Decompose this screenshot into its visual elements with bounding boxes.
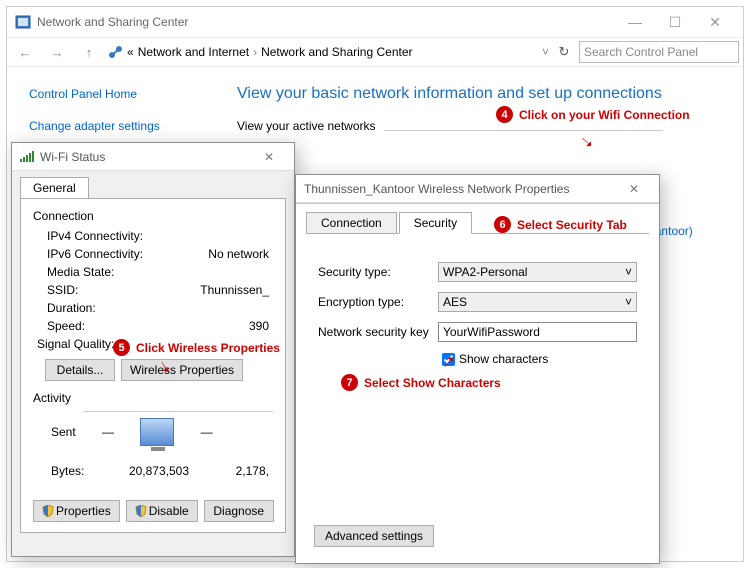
page-heading: View your basic network information and … bbox=[237, 85, 723, 103]
encryption-type-label: Encryption type: bbox=[318, 295, 438, 309]
annot-4: 4Click on your Wifi Connection bbox=[496, 106, 690, 123]
ipv6-label: IPv6 Connectivity: bbox=[47, 247, 157, 261]
status-close-button[interactable]: ✕ bbox=[252, 150, 286, 164]
tab-connection[interactable]: Connection bbox=[306, 212, 397, 234]
breadcrumb[interactable]: « Network and Internet › Network and Sha… bbox=[127, 45, 538, 59]
show-characters-label: Show characters bbox=[459, 352, 548, 366]
media-label: Media State: bbox=[47, 265, 157, 279]
close-button[interactable]: ✕ bbox=[695, 10, 735, 34]
props-titlebar: Thunnissen_Kantoor Wireless Network Prop… bbox=[296, 175, 659, 203]
security-type-label: Security type: bbox=[318, 265, 438, 279]
security-panel: Security type: WPA2-Personal˅ Encryption… bbox=[306, 233, 649, 384]
computer-icon bbox=[140, 418, 174, 446]
status-tabs: General bbox=[12, 171, 294, 198]
media-value bbox=[157, 265, 273, 279]
status-title: Wi-Fi Status bbox=[40, 150, 105, 164]
ssid-label: SSID: bbox=[47, 283, 157, 297]
duration-label: Duration: bbox=[47, 301, 157, 315]
bytes-recv: 2,178, bbox=[219, 464, 269, 478]
ipv6-value: No network bbox=[157, 247, 273, 261]
disable-button[interactable]: Disable bbox=[126, 500, 198, 522]
bc-level2[interactable]: Network and Sharing Center bbox=[261, 45, 412, 59]
ssid-value: Thunnissen_ bbox=[157, 283, 273, 297]
sent-label: Sent bbox=[51, 425, 76, 439]
sidebar-home-link[interactable]: Control Panel Home bbox=[29, 87, 207, 101]
ipv4-value bbox=[157, 229, 273, 243]
chevron-down-icon: ˅ bbox=[625, 265, 632, 279]
maximize-button[interactable]: ☐ bbox=[655, 10, 695, 34]
address-bar: ← → ↑ « Network and Internet › Network a… bbox=[7, 37, 743, 67]
speed-value: 390 bbox=[157, 319, 273, 333]
advanced-settings-button[interactable]: Advanced settings bbox=[314, 525, 434, 547]
annot-5: 5Click Wireless Properties bbox=[113, 339, 280, 356]
search-input[interactable]: Search Control Panel bbox=[579, 41, 739, 63]
properties-button[interactable]: Properties bbox=[33, 500, 120, 522]
forward-button[interactable]: → bbox=[43, 40, 71, 64]
view-active-label: View your active networks bbox=[237, 119, 376, 133]
duration-value bbox=[157, 301, 273, 315]
minimize-button[interactable]: — bbox=[615, 10, 655, 34]
wireless-properties-button[interactable]: Wireless Properties bbox=[121, 359, 243, 381]
diagnose-button[interactable]: Diagnose bbox=[204, 500, 274, 522]
chevron-icon: › bbox=[253, 45, 257, 59]
back-button[interactable]: ← bbox=[11, 40, 39, 64]
shield-icon bbox=[42, 505, 54, 517]
refresh-button[interactable]: ↻ bbox=[553, 40, 575, 64]
ipv4-label: IPv4 Connectivity: bbox=[47, 229, 157, 243]
annot-7: 7Select Show Characters bbox=[341, 374, 501, 391]
encryption-type-select[interactable]: AES˅ bbox=[438, 292, 637, 312]
chevron-down-icon: ˅ bbox=[625, 295, 632, 309]
signal-icon bbox=[20, 151, 34, 162]
control-panel-icon bbox=[15, 14, 31, 30]
speed-label: Speed: bbox=[47, 319, 157, 333]
bytes-label: Bytes: bbox=[51, 464, 101, 478]
titlebar: Network and Sharing Center — ☐ ✕ bbox=[7, 7, 743, 37]
dropdown-chevron-icon[interactable]: ˅ bbox=[542, 45, 549, 59]
bc-root[interactable]: « bbox=[127, 45, 134, 59]
shield-icon bbox=[135, 505, 147, 517]
status-titlebar: Wi-Fi Status ✕ bbox=[12, 143, 294, 171]
window-title: Network and Sharing Center bbox=[37, 15, 188, 29]
security-type-select[interactable]: WPA2-Personal˅ bbox=[438, 262, 637, 282]
connection-group: Connection bbox=[33, 209, 273, 223]
network-key-label: Network security key bbox=[318, 325, 438, 339]
network-key-input[interactable] bbox=[438, 322, 637, 342]
bytes-sent: 20,873,503 bbox=[101, 464, 219, 478]
sidebar-adapter-link[interactable]: Change adapter settings bbox=[29, 119, 207, 133]
tab-security[interactable]: Security bbox=[399, 212, 472, 234]
details-button[interactable]: Details... bbox=[45, 359, 115, 381]
activity-group: Activity bbox=[33, 391, 273, 405]
up-button[interactable]: ↑ bbox=[75, 40, 103, 64]
network-icon bbox=[107, 44, 123, 60]
props-close-button[interactable]: ✕ bbox=[617, 182, 651, 196]
props-title: Thunnissen_Kantoor Wireless Network Prop… bbox=[304, 182, 569, 196]
tab-general[interactable]: General bbox=[20, 177, 89, 198]
annot-6b: 6Select Security Tab bbox=[494, 216, 627, 233]
bc-level1[interactable]: Network and Internet bbox=[138, 45, 249, 59]
